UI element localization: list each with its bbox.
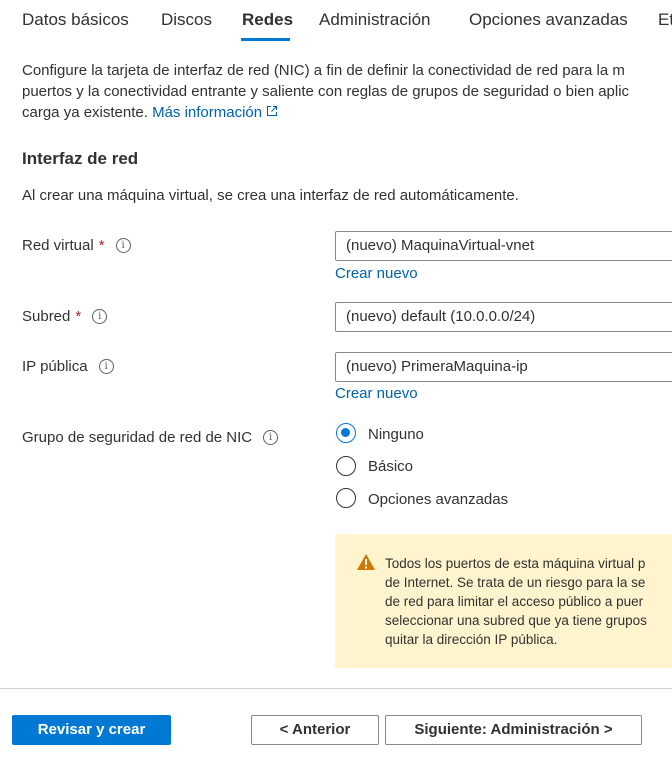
warning-icon [357, 554, 375, 570]
description-line-2: puertos y la conectividad entrante y sal… [22, 83, 630, 100]
warning-text: Todos los puertos de esta máquina virtua… [385, 556, 647, 647]
description-line-1: Configure la tarjeta de interfaz de red … [22, 62, 625, 79]
external-link-icon [267, 106, 278, 116]
review-create-button[interactable]: Revisar y crear [12, 715, 171, 745]
nsg-option-label[interactable]: Básico [368, 458, 413, 475]
tab-opciones-avanzadas[interactable]: Opciones avanzadas [469, 10, 628, 30]
description-line-3: carga ya existente. Más información [22, 102, 672, 123]
public-ip-create-new-link[interactable]: Crear nuevo [335, 385, 418, 402]
section-title: Interfaz de red [22, 149, 139, 168]
public-ip-label: IP pública i [22, 358, 114, 375]
info-icon[interactable]: i [98, 359, 114, 374]
tab-datos-basicos[interactable]: Datos básicos [22, 10, 129, 30]
next-button[interactable]: Siguiente: Administración > [385, 715, 642, 745]
nsg-option-label[interactable]: Ninguno [368, 426, 424, 443]
nsg-option-label[interactable]: Opciones avanzadas [368, 491, 508, 508]
nsg-radio-ninguno[interactable] [336, 423, 356, 443]
footer-divider [0, 688, 672, 689]
info-icon[interactable]: i [92, 309, 108, 324]
vnet-select[interactable]: (nuevo) MaquinaVirtual-vnet [335, 231, 672, 261]
required-marker: * [75, 308, 82, 325]
subnet-label: Subred * i [22, 308, 108, 325]
tab-redes[interactable]: Redes [242, 10, 293, 30]
section-subtitle: Al crear una máquina virtual, se crea un… [22, 187, 519, 204]
warning-banner: Todos los puertos de esta máquina virtua… [335, 534, 672, 668]
more-info-link[interactable]: Más información [152, 104, 278, 121]
info-icon[interactable]: i [263, 430, 279, 445]
tab-administracion[interactable]: Administración [319, 10, 431, 30]
nsg-radio-avanzadas[interactable] [336, 488, 356, 508]
subnet-select[interactable]: (nuevo) default (10.0.0.0/24) [335, 302, 672, 332]
active-tab-indicator [241, 38, 290, 41]
info-icon[interactable]: i [115, 238, 131, 253]
nsg-label: Grupo de seguridad de red de NIC i [22, 429, 279, 446]
nsg-radio-basico[interactable] [336, 456, 356, 476]
tab-etiquetas[interactable]: Et [658, 10, 672, 30]
vnet-create-new-link[interactable]: Crear nuevo [335, 265, 418, 282]
tab-discos[interactable]: Discos [161, 10, 212, 30]
public-ip-select[interactable]: (nuevo) PrimeraMaquina-ip [335, 352, 672, 382]
required-marker: * [98, 237, 105, 254]
previous-button[interactable]: < Anterior [251, 715, 379, 745]
vnet-label: Red virtual * i [22, 237, 131, 254]
page-description: Configure la tarjeta de interfaz de red … [22, 60, 672, 123]
